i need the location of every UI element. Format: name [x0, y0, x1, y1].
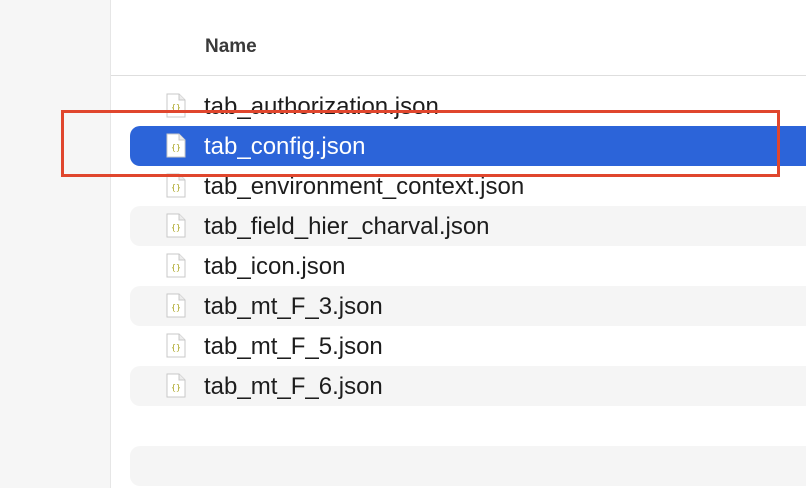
json-file-icon: {} [166, 293, 186, 318]
json-file-icon: {} [166, 373, 186, 398]
finder-window: Name {} tab_authorization.json {} tab_co… [0, 0, 806, 488]
json-file-icon: {} [166, 333, 186, 358]
json-file-icon: {} [166, 213, 186, 238]
file-row-4[interactable]: {} tab_icon.json [130, 246, 806, 286]
json-file-icon: {} [166, 253, 186, 278]
file-name: tab_config.json [204, 133, 366, 160]
json-file-icon: {} [166, 133, 186, 158]
svg-text:{}: {} [171, 343, 181, 352]
file-row-5[interactable]: {} tab_mt_F_3.json [130, 286, 806, 326]
empty-list-row [130, 446, 806, 486]
svg-text:{}: {} [171, 103, 181, 112]
file-row-1[interactable]: {} tab_config.json [130, 126, 806, 166]
file-name: tab_authorization.json [204, 93, 439, 120]
sidebar [0, 0, 111, 488]
file-row-3[interactable]: {} tab_field_hier_charval.json [130, 206, 806, 246]
file-name: tab_icon.json [204, 253, 346, 280]
svg-text:{}: {} [171, 303, 181, 312]
json-file-icon: {} [166, 173, 186, 198]
file-name: tab_field_hier_charval.json [204, 213, 490, 240]
name-column-header[interactable]: Name [205, 36, 257, 58]
file-name: tab_mt_F_6.json [204, 373, 383, 400]
file-name: tab_environment_context.json [204, 173, 525, 200]
svg-text:{}: {} [171, 143, 181, 152]
svg-text:{}: {} [171, 263, 181, 272]
file-name: tab_mt_F_3.json [204, 293, 383, 320]
file-row-6[interactable]: {} tab_mt_F_5.json [130, 326, 806, 366]
json-file-icon: {} [166, 93, 186, 118]
file-row-7[interactable]: {} tab_mt_F_6.json [130, 366, 806, 406]
file-row-0[interactable]: {} tab_authorization.json [130, 86, 806, 126]
file-row-2[interactable]: {} tab_environment_context.json [130, 166, 806, 206]
svg-text:{}: {} [171, 183, 181, 192]
svg-text:{}: {} [171, 223, 181, 232]
column-header: Name [111, 0, 806, 76]
svg-text:{}: {} [171, 383, 181, 392]
file-name: tab_mt_F_5.json [204, 333, 383, 360]
